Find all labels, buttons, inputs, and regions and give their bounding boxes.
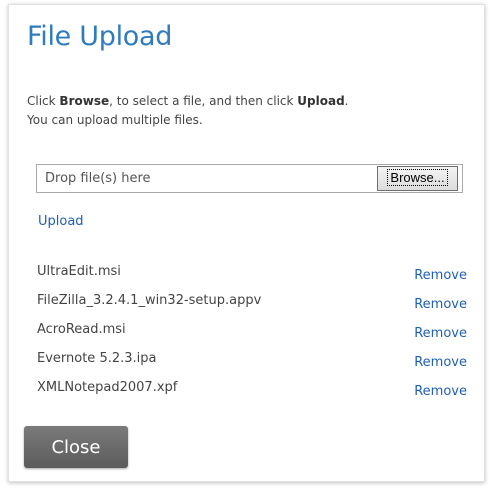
instructions-upload-emphasis: Upload: [297, 94, 345, 108]
file-list-item: UltraEdit.msi Remove: [37, 263, 467, 292]
file-name: AcroRead.msi: [37, 322, 126, 337]
file-name: FileZilla_3.2.4.1_win32-setup.appv: [37, 293, 262, 308]
browse-button-label: Browse...: [387, 169, 448, 186]
file-list-item: Evernote 5.2.3.ipa Remove: [37, 350, 467, 379]
remove-file-link[interactable]: Remove: [414, 267, 467, 285]
remove-file-link[interactable]: Remove: [414, 325, 467, 343]
close-button[interactable]: Close: [24, 426, 128, 468]
instructions-prefix: Click: [27, 94, 60, 108]
file-drop-zone[interactable]: Browse...: [36, 164, 463, 193]
file-list-item: FileZilla_3.2.4.1_win32-setup.appv Remov…: [37, 292, 467, 321]
dialog-title: File Upload: [27, 21, 173, 52]
upload-link[interactable]: Upload: [38, 214, 84, 229]
file-list-item: AcroRead.msi Remove: [37, 321, 467, 350]
remove-file-link[interactable]: Remove: [414, 383, 467, 401]
file-list: UltraEdit.msi Remove FileZilla_3.2.4.1_w…: [37, 263, 467, 408]
instructions: Click Browse, to select a file, and then…: [27, 92, 349, 130]
file-name: Evernote 5.2.3.ipa: [37, 351, 157, 366]
file-name: XMLNotepad2007.xpf: [37, 380, 178, 395]
instructions-suffix: .: [344, 94, 349, 108]
file-name: UltraEdit.msi: [37, 264, 121, 279]
file-drop-input[interactable]: [37, 165, 375, 192]
instructions-line-2: You can upload multiple files.: [27, 113, 203, 127]
instructions-browse-emphasis: Browse: [59, 94, 110, 108]
remove-file-link[interactable]: Remove: [414, 296, 467, 314]
instructions-line-1: Click Browse, to select a file, and then…: [27, 92, 349, 111]
file-upload-dialog: File Upload Click Browse, to select a fi…: [8, 4, 485, 482]
remove-file-link[interactable]: Remove: [414, 354, 467, 372]
instructions-middle: , to select a file, and then click: [109, 94, 298, 108]
file-list-item: XMLNotepad2007.xpf Remove: [37, 379, 467, 408]
browse-button[interactable]: Browse...: [377, 166, 458, 191]
